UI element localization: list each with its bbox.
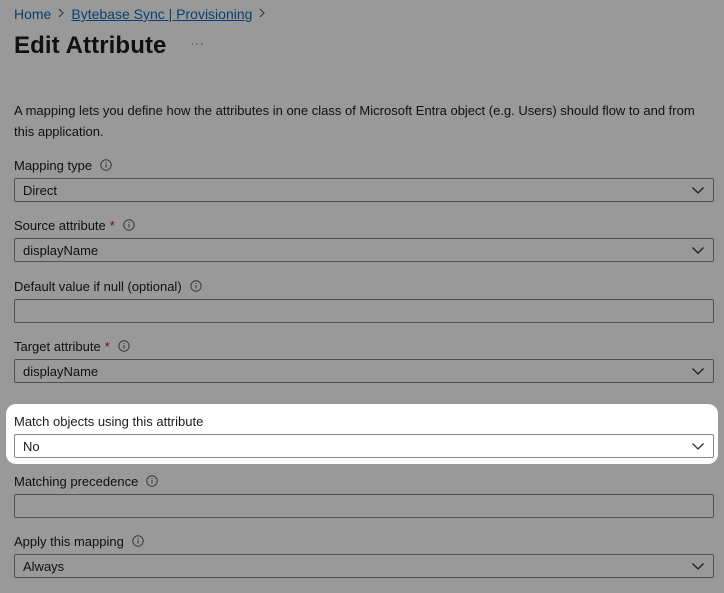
apply-mapping-dropdown[interactable]: Always (14, 554, 714, 578)
info-icon[interactable] (100, 159, 112, 171)
default-value-field: Default value if null (optional) (14, 277, 714, 323)
source-attribute-label-text: Source attribute (14, 217, 106, 233)
source-attribute-field: Source attribute * displayName (14, 216, 714, 262)
apply-mapping-label-text: Apply this mapping (14, 533, 124, 549)
mapping-type-value: Direct (23, 182, 57, 198)
breadcrumb-home-link[interactable]: Home (14, 6, 51, 22)
info-icon[interactable] (118, 340, 130, 352)
breadcrumb-parent-link[interactable]: Bytebase Sync | Provisioning (71, 6, 252, 22)
required-marker: * (109, 217, 115, 233)
default-value-label: Default value if null (optional) (14, 277, 714, 295)
mapping-type-dropdown[interactable]: Direct (14, 178, 714, 202)
match-objects-label: Match objects using this attribute (14, 412, 714, 430)
required-marker: * (104, 338, 110, 354)
mapping-type-label: Mapping type (14, 156, 714, 174)
mapping-type-field: Mapping type Direct (14, 156, 714, 202)
target-attribute-label-text: Target attribute (14, 338, 101, 354)
edit-attribute-page: Home Bytebase Sync | Provisioning Edit A… (0, 0, 724, 593)
source-attribute-value: displayName (23, 242, 99, 258)
default-value-label-text: Default value if null (optional) (14, 278, 182, 294)
breadcrumb: Home Bytebase Sync | Provisioning (14, 6, 272, 22)
apply-mapping-value: Always (23, 558, 65, 574)
more-options-icon[interactable]: ··· (191, 38, 205, 50)
default-value-input[interactable] (14, 299, 714, 323)
source-attribute-dropdown[interactable]: displayName (14, 238, 714, 262)
chevron-down-icon (692, 563, 704, 570)
mapping-type-label-text: Mapping type (14, 157, 93, 173)
source-attribute-label: Source attribute * (14, 216, 714, 234)
apply-mapping-label: Apply this mapping (14, 532, 714, 550)
info-icon[interactable] (146, 475, 159, 487)
chevron-down-icon (692, 443, 704, 450)
matching-precedence-input[interactable] (14, 494, 714, 518)
info-icon[interactable] (189, 280, 202, 292)
chevron-right-icon (54, 7, 68, 21)
match-objects-dropdown[interactable]: No (14, 434, 714, 458)
highlight-spotlight: Match objects using this attribute No (6, 404, 718, 464)
matching-precedence-field: Matching precedence (14, 472, 714, 518)
target-attribute-label: Target attribute * (14, 337, 714, 355)
info-icon[interactable] (132, 535, 144, 547)
target-attribute-value: displayName (23, 363, 99, 379)
mapping-description: A mapping lets you define how the attrib… (14, 103, 695, 139)
target-attribute-field: Target attribute * displayName (14, 337, 714, 383)
apply-mapping-field: Apply this mapping Always (14, 532, 714, 578)
title-row: Edit Attribute ··· (14, 32, 205, 60)
match-objects-value: No (23, 438, 40, 454)
page-title: Edit Attribute (14, 32, 167, 59)
match-objects-field: Match objects using this attribute No (14, 412, 714, 458)
match-objects-label-text: Match objects using this attribute (14, 413, 204, 429)
target-attribute-dropdown[interactable]: displayName (14, 359, 714, 383)
chevron-down-icon (692, 247, 704, 254)
chevron-down-icon (692, 187, 704, 194)
chevron-right-icon (255, 7, 269, 21)
matching-precedence-label-text: Matching precedence (14, 473, 139, 489)
chevron-down-icon (692, 368, 704, 375)
matching-precedence-label: Matching precedence (14, 472, 714, 490)
info-icon[interactable] (123, 219, 135, 231)
